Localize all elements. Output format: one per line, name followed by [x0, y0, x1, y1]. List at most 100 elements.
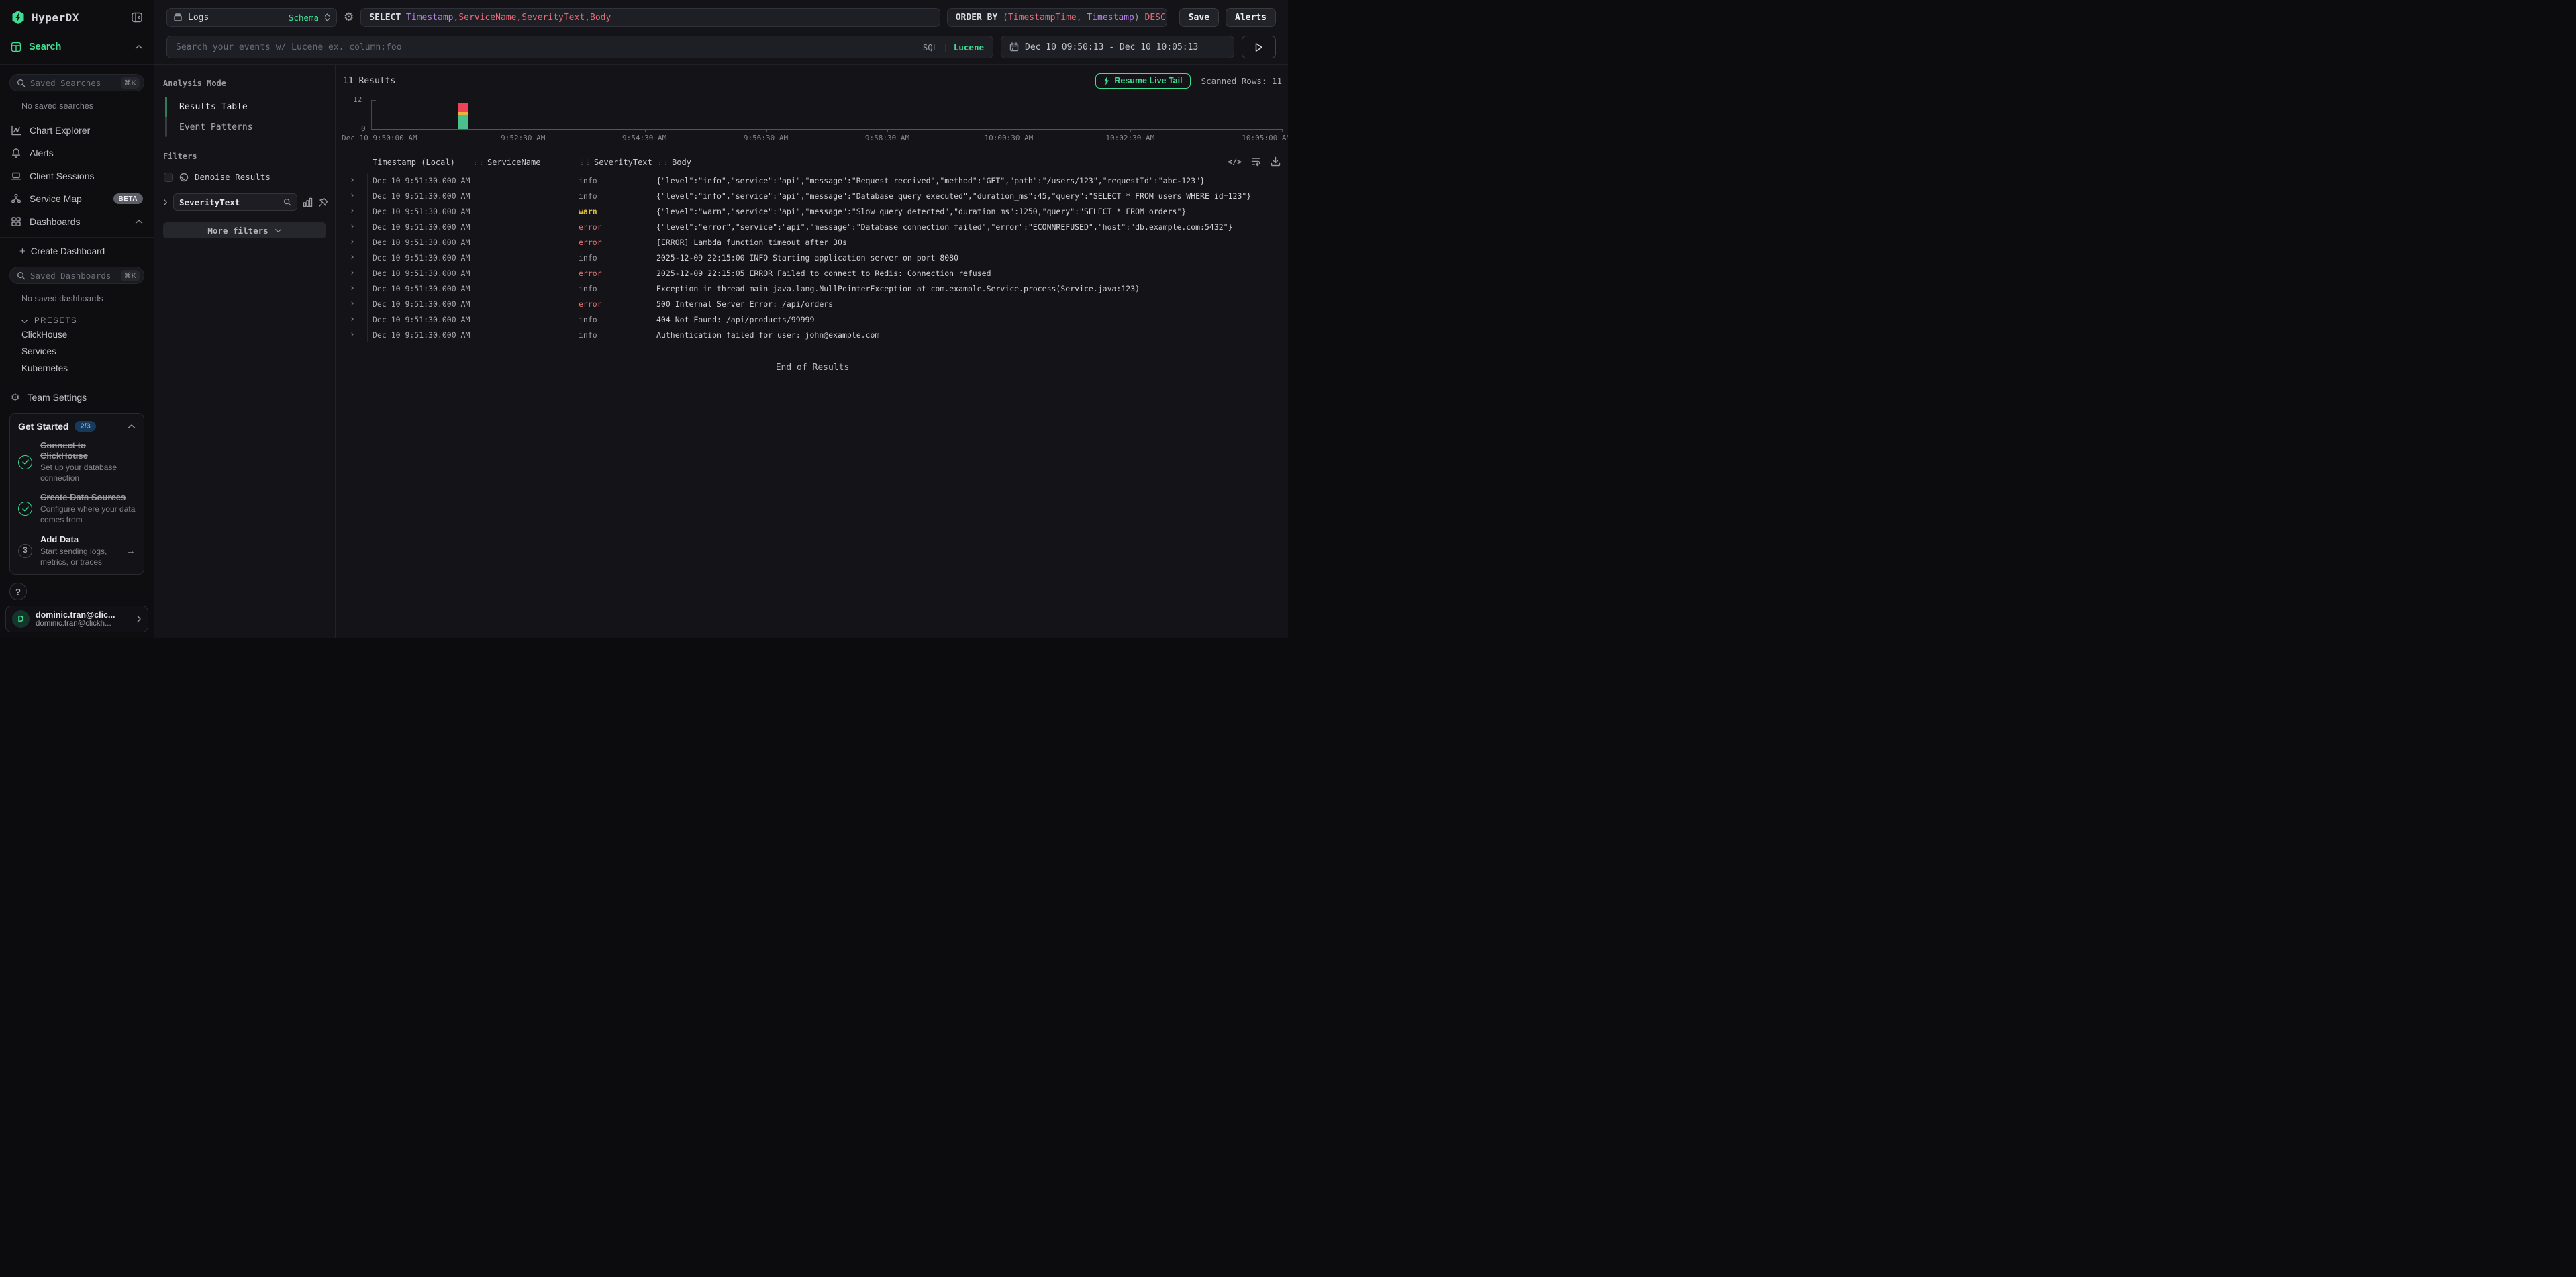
service-map-icon — [11, 193, 21, 204]
col-severitytext[interactable]: ⋮⋮SeverityText — [579, 158, 656, 167]
event-search-box[interactable]: SQL | Lucene — [166, 36, 993, 58]
end-of-results-text: End of Results — [343, 363, 1282, 373]
resume-live-tail-button[interactable]: Resume Live Tail — [1095, 73, 1190, 89]
event-search-input[interactable] — [176, 42, 918, 52]
paren-close: ) — [1134, 13, 1145, 23]
preset-kubernetes[interactable]: Kubernetes — [0, 360, 154, 377]
table-row[interactable]: ›Dec 10 9:51:30.000 AMinfo404 Not Found:… — [343, 312, 1282, 327]
sql-mode-toggle[interactable]: SQL — [923, 42, 938, 52]
sidebar-collapse-icon[interactable] — [131, 11, 143, 23]
table-row[interactable]: ›Dec 10 9:51:30.000 AMerror500 Internal … — [343, 296, 1282, 312]
col-servicename[interactable]: ⋮⋮ServiceName — [472, 158, 579, 167]
sidebar-item-alerts[interactable]: Alerts — [0, 142, 154, 164]
sidebar-item-dashboards[interactable]: Dashboards — [0, 210, 154, 233]
row-expand-chevron[interactable]: › — [348, 296, 368, 312]
sidebar-item-team-settings[interactable]: ⚙ Team Settings — [0, 391, 154, 404]
help-button[interactable]: ? — [9, 583, 27, 600]
chevron-up-icon[interactable] — [135, 44, 143, 50]
severity-filter-field[interactable]: SeverityText — [173, 193, 297, 211]
filters-label: Filters — [163, 152, 326, 161]
row-expand-chevron[interactable]: › — [348, 234, 368, 250]
row-expand-chevron[interactable]: › — [348, 173, 368, 188]
chevron-up-icon[interactable] — [128, 424, 136, 429]
order-by-input[interactable]: ORDER BY (TimestampTime, Timestamp) DESC — [947, 8, 1167, 27]
more-filters-button[interactable]: More filters — [163, 222, 326, 238]
get-started-step-3[interactable]: 3 Add Data Start sending logs, metrics, … — [18, 534, 136, 567]
row-body: 404 Not Found: /api/products/99999 — [656, 315, 1282, 324]
alerts-button[interactable]: Alerts — [1226, 8, 1276, 27]
mode-results-table[interactable]: Results Table — [167, 97, 326, 117]
row-body: 2025-12-09 22:15:00 INFO Starting applic… — [656, 253, 1282, 263]
save-button[interactable]: Save — [1179, 8, 1219, 27]
row-expand-chevron[interactable]: › — [348, 219, 368, 234]
get-started-step-2[interactable]: Create Data Sources Configure where your… — [18, 492, 136, 525]
table-row[interactable]: ›Dec 10 9:51:30.000 AMwarn{"level":"warn… — [343, 203, 1282, 219]
select-updown-icon — [324, 13, 330, 22]
source-select[interactable]: Logs Schema — [166, 8, 337, 27]
get-started-step-1[interactable]: Connect to ClickHouse Set up your databa… — [18, 440, 136, 483]
row-body: 500 Internal Server Error: /api/orders — [656, 299, 1282, 309]
presets-section-header[interactable]: PRESETS — [21, 317, 154, 325]
y-axis-max-label: 12 — [353, 95, 362, 104]
user-account-button[interactable]: D dominic.tran@clic... dominic.tran@clic… — [5, 606, 148, 632]
row-expand-chevron[interactable]: › — [348, 312, 368, 327]
preset-clickhouse[interactable]: ClickHouse — [0, 326, 154, 343]
table-row[interactable]: ›Dec 10 9:51:30.000 AMinfoException in t… — [343, 281, 1282, 296]
table-row[interactable]: ›Dec 10 9:51:30.000 AMerror{"level":"err… — [343, 219, 1282, 234]
sidebar-item-label: Dashboards — [30, 216, 81, 227]
row-expand-chevron[interactable]: › — [348, 250, 368, 265]
chart-filter-icon[interactable] — [303, 197, 313, 207]
preset-services[interactable]: Services — [0, 343, 154, 360]
run-query-button[interactable] — [1242, 36, 1276, 58]
pin-icon[interactable] — [318, 197, 328, 207]
row-expand-chevron[interactable]: › — [348, 188, 368, 203]
table-row[interactable]: ›Dec 10 9:51:30.000 AMerror2025-12-09 22… — [343, 265, 1282, 281]
step-title: Connect to ClickHouse — [40, 440, 136, 461]
drag-handle-icon[interactable]: ⋮⋮ — [472, 159, 484, 167]
sidebar-item-search[interactable]: Search — [11, 42, 143, 52]
col-body[interactable]: ⋮⋮Body — [656, 158, 1282, 167]
view-code-icon[interactable]: </> — [1228, 157, 1242, 167]
step-title: Add Data — [40, 534, 117, 545]
filter-expand-chevron[interactable] — [163, 199, 168, 206]
mode-event-patterns[interactable]: Event Patterns — [167, 117, 326, 137]
create-dashboard-button[interactable]: + Create Dashboard — [0, 238, 154, 260]
saved-dashboards-field[interactable] — [30, 271, 116, 281]
drag-handle-icon[interactable]: ⋮⋮ — [656, 159, 668, 167]
date-range-picker[interactable]: Dec 10 09:50:13 - Dec 10 10:05:13 — [1001, 36, 1234, 58]
chevron-up-icon[interactable] — [135, 219, 143, 224]
select-clause-input[interactable]: SELECT Timestamp,ServiceName,SeverityTex… — [360, 8, 940, 27]
denoise-checkbox[interactable] — [164, 173, 173, 182]
table-row[interactable]: ›Dec 10 9:51:30.000 AMinfoAuthentication… — [343, 327, 1282, 342]
table-row[interactable]: ›Dec 10 9:51:30.000 AMinfo{"level":"info… — [343, 173, 1282, 188]
sidebar-item-service-map[interactable]: Service Map BETA — [0, 187, 154, 210]
row-expand-chevron[interactable]: › — [348, 265, 368, 281]
saved-searches-input[interactable]: ⌘K — [9, 74, 144, 91]
table-row[interactable]: ›Dec 10 9:51:30.000 AMinfo2025-12-09 22:… — [343, 250, 1282, 265]
select-keyword: SELECT — [369, 13, 406, 23]
source-settings-gear-icon[interactable]: ⚙ — [344, 11, 354, 24]
gear-icon: ⚙ — [11, 391, 19, 404]
table-row[interactable]: ›Dec 10 9:51:30.000 AMerror[ERROR] Lambd… — [343, 234, 1282, 250]
download-icon[interactable] — [1271, 156, 1281, 167]
drag-handle-icon[interactable]: ⋮⋮ — [579, 159, 591, 167]
saved-dashboards-input[interactable]: ⌘K — [9, 267, 144, 284]
col-timestamp[interactable]: Timestamp (Local) — [368, 158, 472, 167]
wrap-lines-icon[interactable] — [1251, 156, 1261, 167]
row-body: [ERROR] Lambda function timeout after 30… — [656, 238, 1282, 247]
user-email: dominic.tran@clickh... — [36, 620, 115, 628]
sidebar-item-client-sessions[interactable]: Client Sessions — [0, 164, 154, 187]
row-expand-chevron[interactable]: › — [348, 203, 368, 219]
saved-searches-field[interactable] — [30, 78, 116, 88]
row-expand-chevron[interactable]: › — [348, 281, 368, 296]
results-histogram[interactable]: 12 0 Dec 10 9:50:00 AM9:52:30 AM9:54:30 … — [371, 93, 1282, 142]
row-expand-chevron[interactable]: › — [348, 327, 368, 342]
step-desc: Configure where your data comes from — [40, 504, 136, 525]
chart-plot[interactable] — [371, 100, 1282, 130]
table-row[interactable]: ›Dec 10 9:51:30.000 AMinfo{"level":"info… — [343, 188, 1282, 203]
row-severity: info — [579, 253, 656, 263]
lucene-mode-toggle[interactable]: Lucene — [954, 42, 984, 52]
search-icon — [283, 198, 291, 206]
arrow-right-icon: → — [126, 545, 136, 557]
sidebar-item-chart-explorer[interactable]: Chart Explorer — [0, 119, 154, 142]
